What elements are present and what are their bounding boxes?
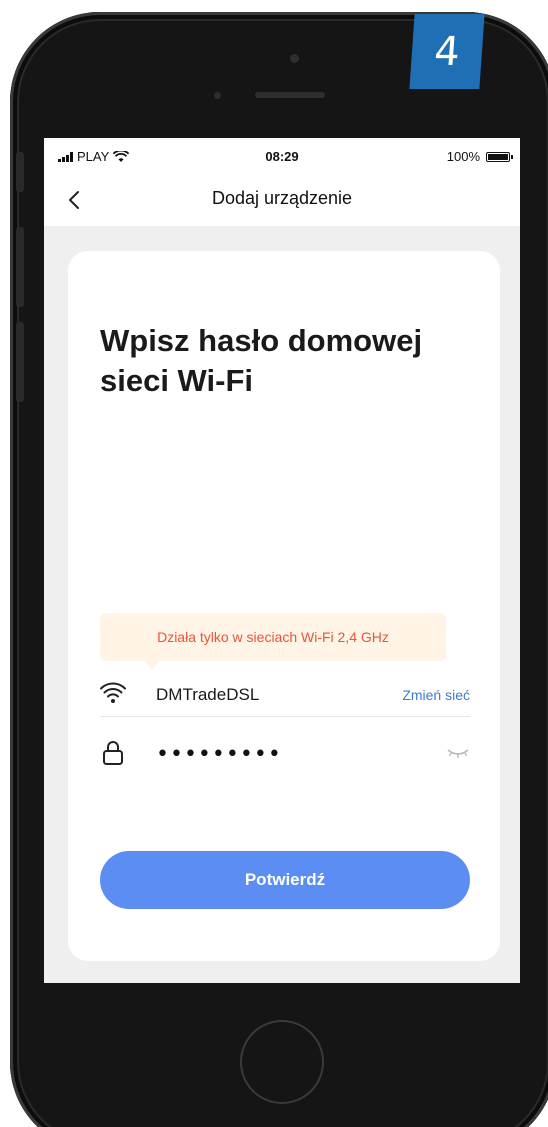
change-network-link[interactable]: Zmień sieć xyxy=(402,687,470,703)
volume-up-button xyxy=(16,227,24,307)
phone-screen: PLAY 08:29 100% Dodaj urządzenie Wpisz h… xyxy=(44,138,520,983)
home-button[interactable] xyxy=(240,1020,324,1104)
battery-icon xyxy=(486,151,513,162)
step-badge: 4 xyxy=(409,14,485,89)
status-bar: PLAY 08:29 100% xyxy=(44,138,520,174)
password-input[interactable] xyxy=(156,738,426,770)
password-row xyxy=(100,736,470,776)
network-name: DMTradeDSL xyxy=(156,685,260,704)
page: 4 PLAY 08:29 100% Dodaj urządzenie Wpisz… xyxy=(0,0,548,1127)
battery-percent: 100% xyxy=(446,149,480,164)
wifi-icon xyxy=(100,682,126,703)
nav-bar: Dodaj urządzenie xyxy=(44,174,520,226)
front-camera xyxy=(290,54,299,63)
earpiece-speaker xyxy=(255,92,325,98)
eye-closed-icon[interactable] xyxy=(446,746,470,760)
mute-switch xyxy=(16,152,24,192)
volume-down-button xyxy=(16,322,24,402)
sensor xyxy=(214,92,221,99)
frequency-warning: Działa tylko w sieciach Wi-Fi 2,4 GHz xyxy=(100,613,446,669)
page-title: Dodaj urządzenie xyxy=(211,188,353,208)
card-heading: Wpisz hasło domowej sieci Wi-Fi xyxy=(100,323,423,398)
status-right: 100% xyxy=(446,149,513,164)
network-row: DMTradeDSL Zmień sieć xyxy=(100,676,470,717)
lock-icon xyxy=(103,741,123,765)
confirm-button[interactable]: Potwierdź xyxy=(100,851,470,909)
wifi-password-card: Wpisz hasło domowej sieci Wi-Fi Działa t… xyxy=(68,251,500,961)
